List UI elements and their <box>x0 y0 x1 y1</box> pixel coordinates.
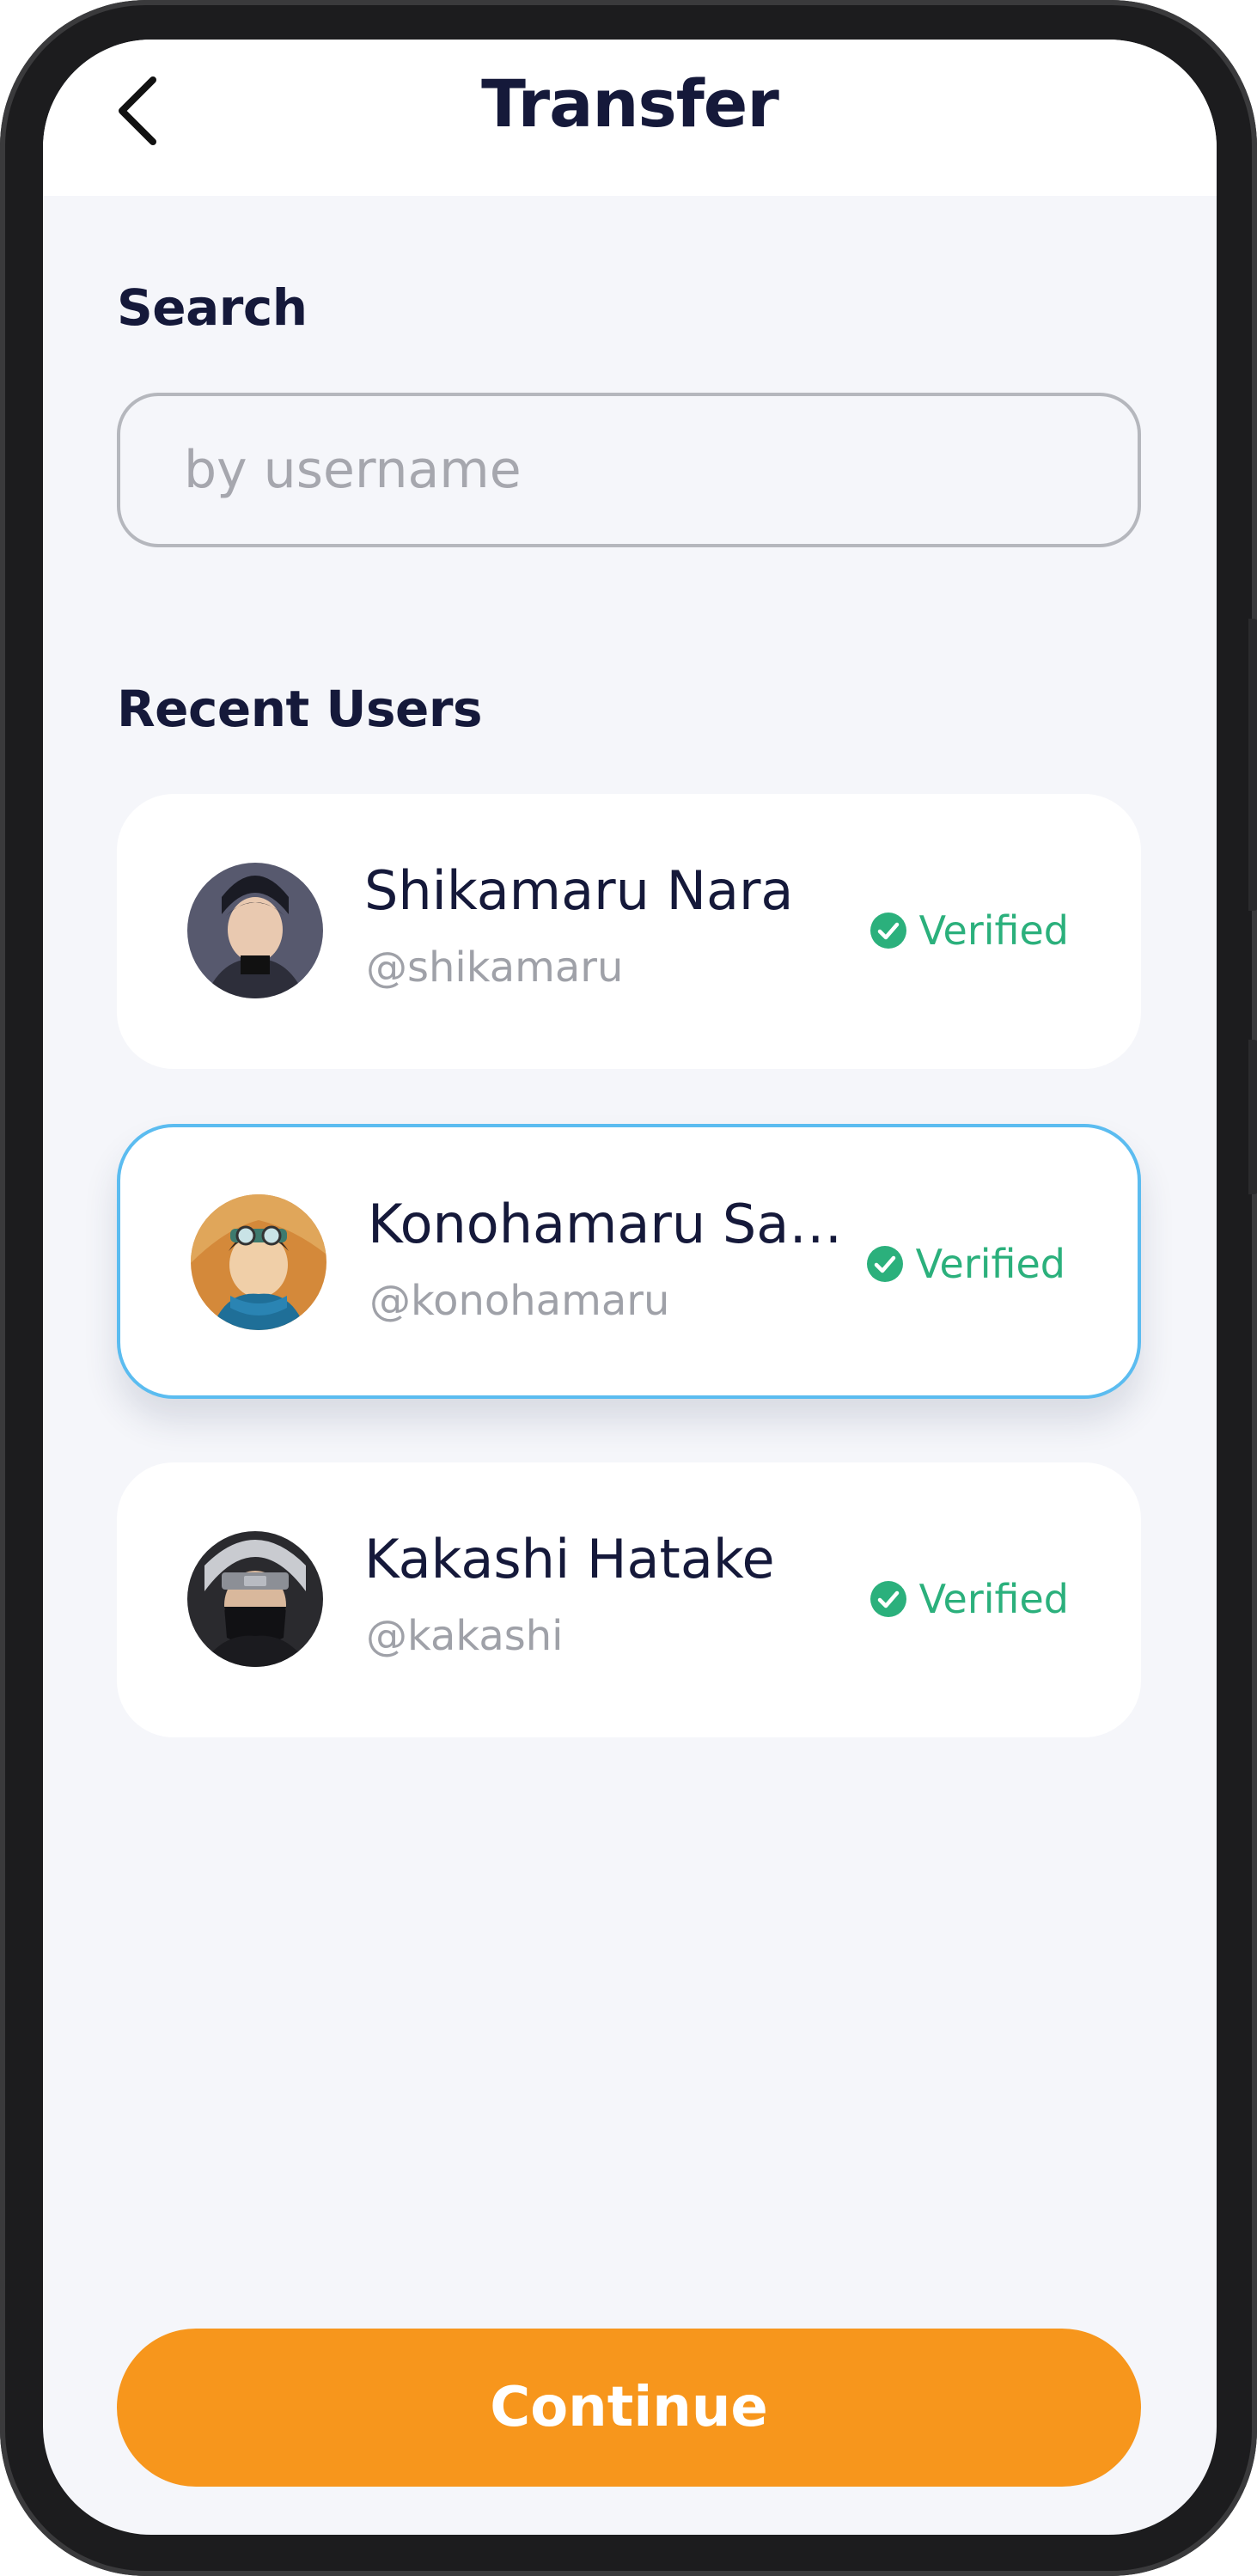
user-card-kakashi[interactable]: Kakashi Hatake @kakashi Verified <box>117 1462 1141 1737</box>
check-circle-icon <box>870 913 906 949</box>
phone-frame: Transfer Search Recent Users Shikamaru N… <box>0 0 1257 2576</box>
verified-badge: Verified <box>870 907 1069 954</box>
user-name: Kakashi Hatake <box>364 1528 775 1590</box>
phone-side-button <box>1248 619 1257 911</box>
user-handle: @kakashi <box>366 1612 564 1660</box>
verified-badge: Verified <box>866 1241 1065 1287</box>
recent-users-label: Recent Users <box>117 680 483 738</box>
user-handle: @shikamaru <box>366 943 624 992</box>
user-name: Shikamaru Nara <box>364 859 794 922</box>
user-card-konohamaru[interactable]: Konohamaru Sarutobi @konohamaru Verified <box>117 1124 1141 1399</box>
verified-label: Verified <box>918 1576 1069 1622</box>
user-card-shikamaru[interactable]: Shikamaru Nara @shikamaru Verified <box>117 794 1141 1069</box>
search-label: Search <box>117 278 308 337</box>
verified-label: Verified <box>918 907 1069 954</box>
verified-badge: Verified <box>870 1576 1069 1622</box>
user-handle: @konohamaru <box>369 1277 670 1325</box>
top-bar: Transfer <box>43 40 1217 196</box>
avatar <box>187 1531 323 1667</box>
verified-label: Verified <box>915 1241 1065 1287</box>
user-name: Konohamaru Sarutobi <box>368 1193 849 1255</box>
avatar <box>191 1194 326 1330</box>
search-input[interactable] <box>117 393 1141 547</box>
app-screen: Transfer Search Recent Users Shikamaru N… <box>43 40 1217 2535</box>
avatar <box>187 863 323 998</box>
phone-side-button <box>1248 1040 1257 1194</box>
continue-button[interactable]: Continue <box>117 2329 1141 2487</box>
check-circle-icon <box>866 1246 903 1282</box>
page-title: Transfer <box>481 65 779 142</box>
check-circle-icon <box>870 1581 906 1617</box>
